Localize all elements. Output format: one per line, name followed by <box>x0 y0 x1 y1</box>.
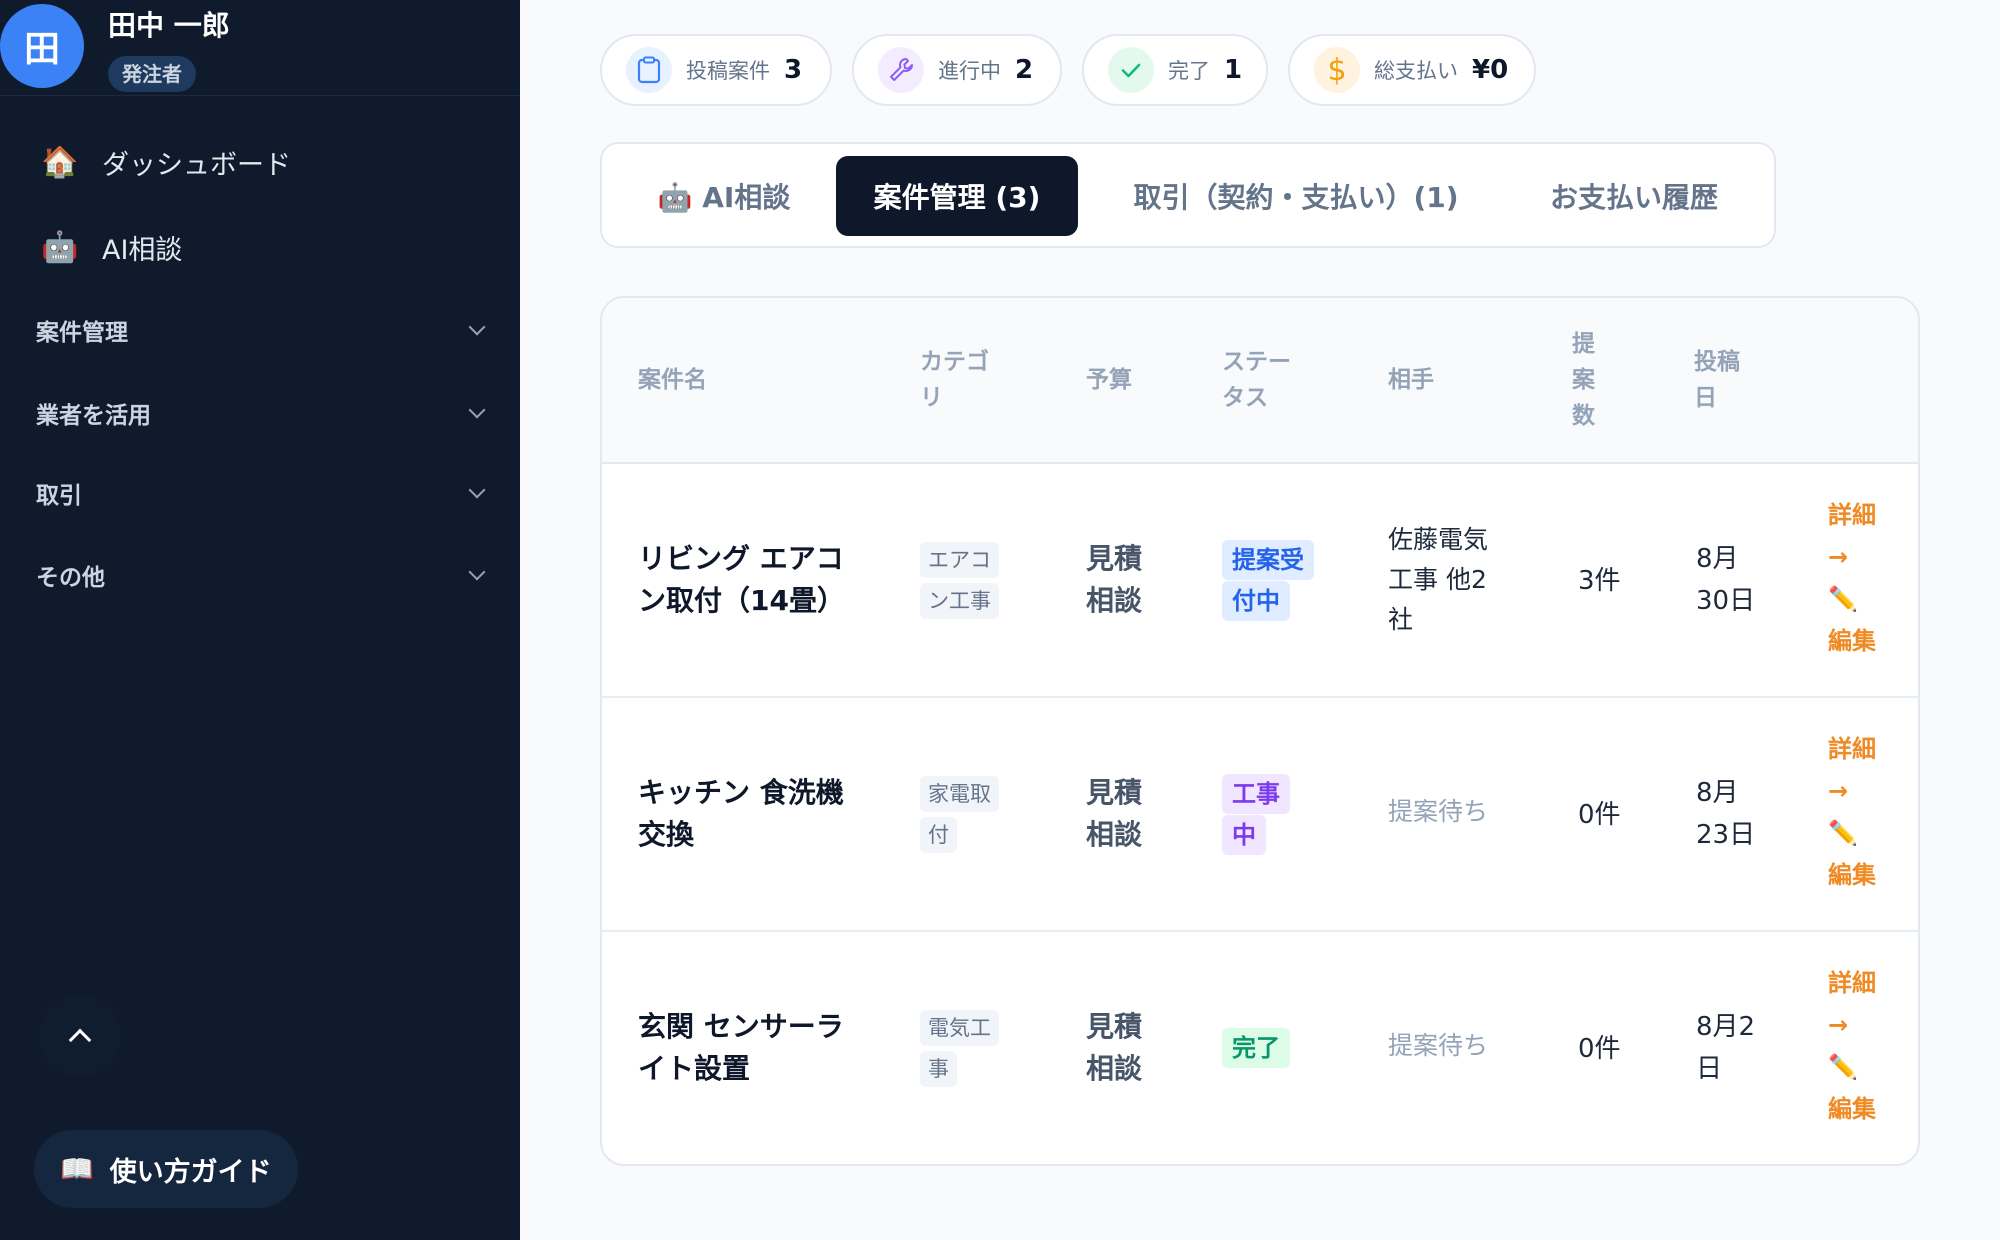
budget-value: 見積相談 <box>1086 776 1143 851</box>
sidebar-section-label: 業者を活用 <box>36 403 151 429</box>
stat-value: 2 <box>1015 55 1034 85</box>
category-chip: 電気工事 <box>920 1008 1004 1090</box>
chevron-down-icon <box>468 404 486 422</box>
stat-value: 3 <box>784 55 803 85</box>
budget-value: 見積相談 <box>1086 1010 1143 1085</box>
table-row: 玄関 センサーライト設置 電気工事 見積相談 完了 提案待ち 0件 8月2日 詳… <box>602 932 1918 1164</box>
stat-label: 完了 <box>1168 59 1210 83</box>
column-header-status: ステータス <box>1222 349 1291 411</box>
column-header-proposals: 提案数 <box>1572 331 1595 429</box>
tab-transactions[interactable]: 取引（契約・支払い）(1) <box>1100 156 1492 236</box>
dollar-icon: $ <box>1314 47 1360 93</box>
project-title: キッチン 食洗機交換 <box>638 776 844 851</box>
projects-table: 案件名 カテゴリ 予算 ステータス 相手 提案数 投稿日 リビング エアコン取付… <box>600 296 1920 1166</box>
sidebar-section-projects[interactable]: 案件管理 <box>36 305 486 355</box>
table-row: キッチン 食洗機交換 家電取付 見積相談 工事中 提案待ち 0件 8月23日 詳… <box>602 698 1918 932</box>
check-icon <box>1108 47 1154 93</box>
column-header-budget: 予算 <box>1086 367 1132 393</box>
stat-value: 1 <box>1224 55 1243 85</box>
stat-total-payment: $ 総支払い ¥0 <box>1288 34 1536 106</box>
sidebar-section-label: 案件管理 <box>36 320 128 346</box>
status-badge: 工事中 <box>1222 774 1312 856</box>
partner-name: 提案待ち <box>1388 797 1489 826</box>
status-label: 完了 <box>1222 1028 1290 1068</box>
budget-value: 見積相談 <box>1086 542 1143 617</box>
status-label: 工事中 <box>1222 774 1290 855</box>
tab-bar: 🤖 AI相談 案件管理 (3) 取引（契約・支払い）(1) お支払い履歴 <box>600 142 1776 248</box>
stat-label: 進行中 <box>938 59 1001 83</box>
sidebar-section-label: 取引 <box>36 483 82 509</box>
sidebar-item-label: ダッシュボード <box>102 149 291 181</box>
partner-name: 提案待ち <box>1388 1031 1489 1060</box>
stat-completed: 完了 1 <box>1082 34 1268 106</box>
proposal-count: 0件 <box>1578 800 1621 830</box>
chevron-up-icon <box>68 1028 92 1052</box>
sidebar-section-label: その他 <box>36 565 105 591</box>
column-header-partner: 相手 <box>1388 367 1434 393</box>
posted-date: 8月2日 <box>1696 1012 1756 1084</box>
sidebar-item-dashboard[interactable]: 🏠 ダッシュボード <box>40 134 291 190</box>
home-icon: 🏠 <box>41 144 79 180</box>
project-title: 玄関 センサーライト設置 <box>638 1010 844 1085</box>
tab-ai-consult[interactable]: 🤖 AI相談 <box>634 156 814 236</box>
sidebar-item-label: AI相談 <box>102 234 183 266</box>
stat-posted-projects: 投稿案件 3 <box>600 34 832 106</box>
edit-link[interactable]: ✏️ 編集 <box>1828 578 1888 662</box>
edit-link[interactable]: ✏️ 編集 <box>1828 1046 1888 1130</box>
category-label: エアコン工事 <box>920 542 999 619</box>
project-title: リビング エアコン取付（14畳） <box>638 542 845 617</box>
user-name: 田中 一郎 <box>108 9 230 42</box>
detail-link[interactable]: 詳細→ <box>1828 494 1888 578</box>
role-badge: 発注者 <box>108 56 196 92</box>
tab-project-management[interactable]: 案件管理 (3) <box>836 156 1078 236</box>
usage-guide-button[interactable]: 📖 使い方ガイド <box>34 1130 298 1208</box>
chevron-down-icon <box>468 484 486 502</box>
proposal-count: 3件 <box>1578 566 1621 596</box>
collapse-button[interactable] <box>40 996 120 1076</box>
detail-link[interactable]: 詳細→ <box>1828 962 1888 1046</box>
category-label: 電気工事 <box>920 1010 999 1087</box>
sidebar-item-ai-consult[interactable]: 🤖 AI相談 <box>40 219 182 275</box>
stat-label: 投稿案件 <box>686 59 770 83</box>
clipboard-icon <box>626 47 672 93</box>
sidebar-section-other[interactable]: その他 <box>36 550 486 600</box>
stat-in-progress: 進行中 2 <box>852 34 1062 106</box>
chevron-down-icon <box>468 566 486 584</box>
table-header: 案件名 カテゴリ 予算 ステータス 相手 提案数 投稿日 <box>602 298 1918 464</box>
column-header-posted: 投稿日 <box>1694 349 1740 411</box>
edit-link[interactable]: ✏️ 編集 <box>1828 812 1888 896</box>
book-icon: 📖 <box>60 1154 94 1185</box>
partner-name: 佐藤電気工事 他2社 <box>1388 525 1489 634</box>
wrench-icon <box>878 47 924 93</box>
sidebar-section-transactions[interactable]: 取引 <box>36 468 486 518</box>
tab-payment-history[interactable]: お支払い履歴 <box>1514 156 1754 236</box>
column-header-title: 案件名 <box>638 367 707 393</box>
sidebar: 田 田中 一郎 発注者 🏠 ダッシュボード 🤖 AI相談 案件管理 業者を活用 … <box>0 0 520 1240</box>
avatar[interactable]: 田 <box>0 4 84 88</box>
category-label: 家電取付 <box>920 776 999 853</box>
stat-value: ¥0 <box>1472 55 1509 85</box>
user-profile: 田 田中 一郎 発注者 <box>0 0 520 96</box>
status-badge: 提案受付中 <box>1222 540 1314 622</box>
column-header-category: カテゴリ <box>920 349 989 411</box>
detail-link[interactable]: 詳細→ <box>1828 728 1888 812</box>
stat-label: 総支払い <box>1374 59 1458 83</box>
category-chip: 家電取付 <box>920 774 1004 856</box>
posted-date: 8月30日 <box>1696 544 1756 616</box>
robot-icon: 🤖 <box>41 229 79 265</box>
category-chip: エアコン工事 <box>920 540 1004 622</box>
usage-guide-label: 使い方ガイド <box>109 1156 272 1188</box>
sidebar-section-contractors[interactable]: 業者を活用 <box>36 388 486 438</box>
posted-date: 8月23日 <box>1696 778 1756 850</box>
table-row: リビング エアコン取付（14畳） エアコン工事 見積相談 提案受付中 佐藤電気工… <box>602 464 1918 698</box>
chevron-down-icon <box>468 321 486 339</box>
status-badge: 完了 <box>1222 1028 1312 1069</box>
proposal-count: 0件 <box>1578 1034 1621 1064</box>
status-label: 提案受付中 <box>1222 540 1314 621</box>
